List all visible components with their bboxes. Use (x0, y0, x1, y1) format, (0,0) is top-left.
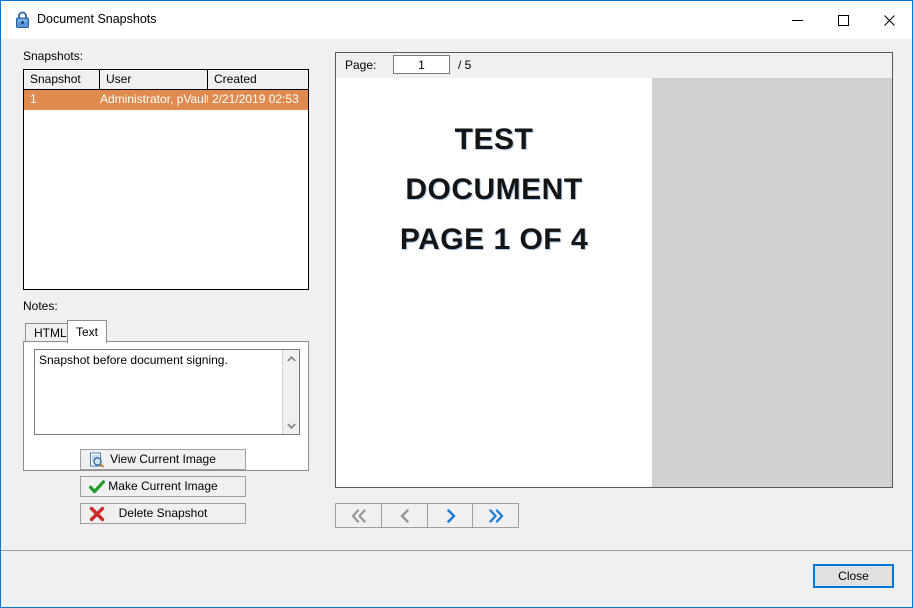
column-header-user[interactable]: User (100, 70, 208, 89)
list-header: Snapshot User Created (24, 70, 308, 90)
title-bar: Document Snapshots (1, 1, 912, 39)
minimize-icon (791, 19, 803, 21)
snapshots-label: Snapshots: (23, 49, 84, 63)
document-line-3: PAGE 1 OF 4 (399, 223, 589, 256)
green-check-icon (88, 479, 105, 495)
column-header-created[interactable]: Created (208, 70, 308, 89)
view-current-image-button[interactable]: View Current Image (80, 449, 246, 470)
notes-content: Snapshot before document signing. (39, 353, 228, 367)
page-number-input[interactable] (393, 55, 450, 74)
delete-snapshot-label: Delete Snapshot (118, 506, 208, 520)
preview-toolbar: Page: / 5 (336, 53, 892, 78)
minimize-button[interactable] (774, 1, 820, 39)
document-line-2: DOCUMENT (405, 173, 583, 206)
cell-snapshot: 1 (30, 92, 37, 106)
page-total-label: / 5 (458, 58, 472, 72)
close-icon (883, 14, 895, 26)
window-title: Document Snapshots (37, 12, 157, 26)
close-button[interactable]: Close (813, 564, 894, 588)
table-row[interactable]: 1 Administrator, pVault 2/21/2019 02:53 (24, 90, 308, 110)
view-image-icon (89, 452, 105, 468)
preview-canvas[interactable]: TEST DOCUMENT PAGE 1 OF 4 (336, 78, 892, 487)
chevron-right-icon (446, 508, 455, 523)
lock-icon (14, 11, 31, 29)
delete-snapshot-button[interactable]: Delete Snapshot (80, 503, 246, 524)
document-preview-panel: Page: / 5 TEST DOCUMENT PAGE 1 OF 4 (335, 52, 893, 488)
next-page-button[interactable] (427, 503, 474, 528)
first-page-button[interactable] (335, 503, 382, 528)
previous-page-button[interactable] (381, 503, 428, 528)
view-current-image-label: View Current Image (110, 452, 216, 466)
column-header-snapshot[interactable]: Snapshot (24, 70, 100, 89)
double-chevron-right-icon (488, 508, 503, 523)
notes-tabstrip: HTML Text (23, 320, 309, 343)
tab-text[interactable]: Text (67, 320, 108, 343)
page-label: Page: (345, 58, 377, 72)
notes-textarea[interactable]: Snapshot before document signing. (34, 349, 300, 435)
notes-scrollbar[interactable] (282, 350, 299, 434)
scroll-up-button[interactable] (283, 350, 299, 367)
last-page-button[interactable] (472, 503, 519, 528)
make-current-image-label: Make Current Image (108, 479, 218, 493)
maximize-icon (837, 14, 849, 26)
red-x-icon (89, 506, 105, 522)
chevron-up-icon (286, 355, 296, 362)
document-snapshots-window: Document Snapshots Snapshots: Snapshot U… (0, 0, 913, 608)
cell-user: Administrator, pVault (100, 92, 208, 106)
scroll-down-button[interactable] (283, 417, 299, 434)
footer-separator (1, 550, 912, 551)
cell-created: 2/21/2019 02:53 (212, 92, 299, 106)
chevron-left-icon (400, 508, 409, 523)
notes-label: Notes: (23, 299, 58, 313)
client-area: Snapshots: Snapshot User Created 1 Admin… (1, 39, 912, 607)
close-window-button[interactable] (866, 1, 912, 39)
chevron-down-icon (286, 422, 296, 429)
maximize-button[interactable] (820, 1, 866, 39)
double-chevron-left-icon (351, 508, 366, 523)
document-page: TEST DOCUMENT PAGE 1 OF 4 (336, 78, 652, 487)
document-line-1: TEST (454, 123, 534, 156)
make-current-image-button[interactable]: Make Current Image (80, 476, 246, 497)
snapshots-list[interactable]: Snapshot User Created 1 Administrator, p… (23, 69, 309, 290)
caption-buttons (774, 1, 912, 39)
